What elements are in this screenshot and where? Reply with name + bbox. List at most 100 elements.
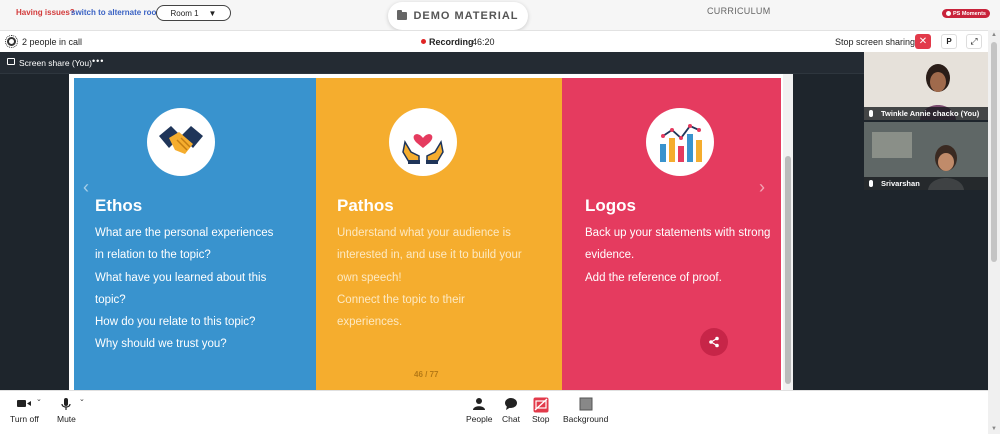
share-icon [709, 336, 719, 348]
panel-line: Why should we trust you? [95, 338, 227, 351]
share-button[interactable] [700, 328, 728, 356]
panel-line: own speech! [337, 271, 402, 284]
switch-alternate-room-link[interactable]: switch to alternate room [71, 8, 163, 17]
close-share-button[interactable]: ✕ [915, 34, 931, 49]
panel-line: in relation to the topic? [95, 249, 211, 262]
gear-icon[interactable] [5, 35, 18, 48]
tab-curriculum[interactable]: CURRICULUM [707, 6, 771, 16]
slide-panel-pathos: Pathos Understand what your audience is … [316, 78, 562, 390]
tab-demo-material-label: DEMO MATERIAL [413, 10, 519, 22]
more-options-icon[interactable]: ••• [92, 56, 104, 66]
participant-tile[interactable]: Srivarshan [864, 122, 988, 190]
stop-screen-sharing-button[interactable]: Stop screen sharing [835, 37, 915, 47]
panel-line: What have you learned about this [95, 271, 267, 284]
camera-options-chevron-icon[interactable]: ⌄ [36, 395, 42, 403]
panel-line: interested in, and use it to build your [337, 249, 522, 262]
bar-chart-icon-circle [646, 108, 714, 176]
ps-moments-badge[interactable]: PS Moments [942, 9, 990, 18]
handshake-icon-circle [147, 108, 215, 176]
screen-share-stage: Screen share (You) ••• Ethos What are th… [0, 52, 864, 390]
mic-options-chevron-icon[interactable]: ⌄ [79, 395, 85, 403]
background-icon [579, 397, 593, 411]
top-bar: Having issues? switch to alternate room … [0, 0, 1000, 30]
mic-icon [869, 180, 873, 187]
participant-name-bar: Twinkle Annie chacko (You) [864, 107, 988, 120]
panel-title-ethos: Ethos [95, 196, 143, 215]
panel-title-logos: Logos [585, 196, 636, 215]
panel-line: Add the reference of proof. [585, 271, 722, 284]
people-label: People [466, 414, 493, 424]
slide-frame: Ethos What are the personal experiences … [69, 74, 793, 390]
stop-share-icon [533, 397, 549, 413]
panel-line: experiences. [337, 316, 403, 329]
slide-scrollbar-thumb[interactable] [785, 156, 791, 384]
slide-scrollbar[interactable] [783, 74, 793, 390]
close-icon: ✕ [918, 36, 928, 47]
mute-label: Mute [57, 414, 76, 424]
window-scrollbar[interactable]: ▲ ▼ [988, 30, 1000, 434]
recording-label: Recording [429, 37, 474, 47]
microphone-icon [61, 398, 72, 410]
panel-line: evidence. [585, 249, 635, 262]
slide-panel-ethos: Ethos What are the personal experiences … [74, 78, 316, 390]
panel-body-ethos: What are the personal experiences in rel… [95, 222, 305, 356]
folder-icon [397, 10, 408, 20]
participant-name: Twinkle Annie chacko (You) [881, 109, 980, 118]
panel-title-pathos: Pathos [337, 196, 394, 215]
record-dot-icon [945, 11, 951, 16]
room-select-value: Room 1 [170, 8, 199, 18]
slide-next-arrow-icon[interactable]: › [759, 177, 765, 198]
room-select[interactable]: Room 1 ▼ [156, 5, 231, 21]
tab-demo-material[interactable]: DEMO MATERIAL [388, 2, 528, 30]
recording-dot-icon [421, 39, 426, 44]
camera-toggle-label: Turn off [10, 414, 39, 424]
participant-name-bar: Srivarshan [864, 177, 988, 190]
slide-panel-logos: Logos Back up your statements with stron… [562, 78, 781, 390]
panel-body-pathos: Understand what your audience is interes… [337, 222, 537, 333]
scroll-down-icon[interactable]: ▼ [991, 426, 997, 432]
screen-share-icon [7, 58, 15, 65]
slide-page-number: 46 / 77 [414, 370, 439, 379]
panel-line: Back up your statements with strong [585, 227, 771, 239]
mute-button[interactable]: Mute [57, 397, 76, 424]
chat-button[interactable]: Chat [502, 397, 520, 424]
people-button[interactable]: People [466, 397, 492, 424]
chat-bubble-icon [504, 398, 517, 410]
stop-label: Stop [532, 414, 550, 424]
scroll-up-icon[interactable]: ▲ [991, 32, 997, 38]
screen-share-label-bar: Screen share (You) ••• [0, 52, 864, 74]
expand-button[interactable]: ⤢ [966, 34, 982, 49]
participant-tile[interactable]: Twinkle Annie chacko (You) [864, 52, 988, 120]
slide-prev-arrow-icon[interactable]: ‹ [83, 177, 89, 198]
issues-text: Having issues? [16, 8, 75, 17]
video-camera-icon [17, 400, 32, 407]
caret-down-icon: ▼ [208, 8, 217, 18]
panel-body-logos: Back up your statements with strong evid… [585, 222, 785, 289]
person-icon [473, 398, 486, 410]
handshake-icon [159, 126, 203, 154]
participant-videos: Twinkle Annie chacko (You) Srivarshan [864, 52, 988, 390]
call-header: 2 people in call Recording 46:20 Stop sc… [0, 30, 988, 52]
camera-toggle-button[interactable]: Turn off [10, 397, 39, 424]
stop-share-button[interactable]: Stop [532, 397, 550, 424]
screen-share-label: Screen share (You) [19, 58, 92, 68]
panel-line: Understand what your audience is [337, 227, 511, 239]
panel-line: topic? [95, 293, 126, 306]
mic-icon [869, 110, 873, 117]
expand-icon: ⤢ [970, 36, 978, 46]
bar-chart-icon [660, 124, 702, 162]
bottom-toolbar: Turn off ⌄ Mute ⌄ People Chat Stop Backg… [0, 390, 988, 434]
ps-moments-label: PS Moments [952, 10, 986, 17]
background-button[interactable]: Background [563, 397, 608, 424]
panel-line: How do you relate to this topic? [95, 316, 256, 329]
heart-hands-icon [402, 134, 444, 164]
participant-name: Srivarshan [881, 179, 920, 188]
window-scrollbar-thumb[interactable] [991, 42, 997, 262]
recording-time: 46:20 [472, 37, 495, 47]
panel-line: What are the personal experiences [95, 227, 274, 239]
pin-button[interactable]: P [941, 34, 957, 49]
panel-line: Connect the topic to their [337, 293, 465, 306]
people-count: 2 people in call [22, 37, 83, 47]
chat-label: Chat [502, 414, 520, 424]
heart-hands-icon-circle [389, 108, 457, 176]
